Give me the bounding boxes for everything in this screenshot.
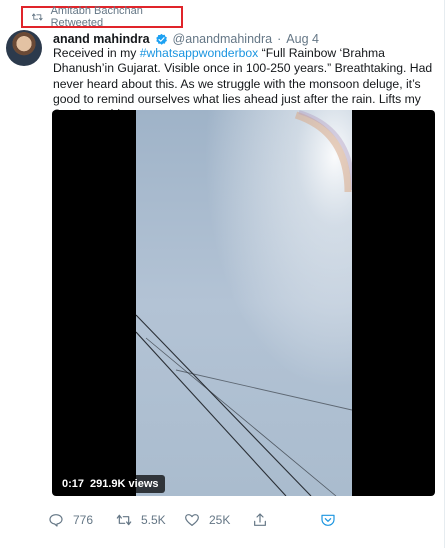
- tweet-text-lead: Received in my: [53, 46, 140, 60]
- hashtag-link[interactable]: #whatsappwonderbox: [140, 46, 259, 60]
- share-button[interactable]: [252, 512, 268, 528]
- tweet-date[interactable]: Aug 4: [286, 32, 319, 46]
- avatar[interactable]: [6, 30, 42, 66]
- author-handle[interactable]: @anandmahindra: [173, 32, 273, 46]
- author-name[interactable]: anand mahindra: [53, 32, 150, 46]
- reply-button[interactable]: 776: [48, 512, 93, 528]
- retweet-context-label: Amitabh Bachchan Retweeted: [50, 5, 143, 29]
- video-views-badge: 291.9K views: [84, 475, 165, 493]
- reply-icon: [49, 514, 63, 527]
- verified-badge-icon: [155, 33, 167, 45]
- tweet-actions: 776 5.5K 25K: [0, 512, 445, 532]
- retweet-count: 5.5K: [141, 513, 166, 527]
- video-frame: [136, 110, 352, 496]
- share-icon: [254, 513, 266, 526]
- reply-count: 776: [73, 513, 94, 527]
- tip-jar-icon: [321, 514, 335, 526]
- retweet-context: Amitabh Bachchan Retweeted: [21, 5, 183, 29]
- retweet-icon: [32, 13, 43, 21]
- tweet[interactable]: Amitabh Bachchan Retweeted anand mahindr…: [0, 0, 445, 548]
- retweet-icon: [116, 514, 132, 526]
- header-separator: ·: [277, 32, 282, 46]
- like-count: 25K: [209, 513, 231, 527]
- heart-icon: [185, 514, 199, 526]
- tweet-header: anand mahindra @anandmahindra · Aug 4: [53, 32, 319, 46]
- analytics-button[interactable]: [320, 512, 336, 528]
- like-button[interactable]: 25K: [184, 512, 230, 528]
- video-player[interactable]: 0:17 291.9K views: [52, 110, 435, 496]
- retweet-button[interactable]: 5.5K: [116, 512, 166, 528]
